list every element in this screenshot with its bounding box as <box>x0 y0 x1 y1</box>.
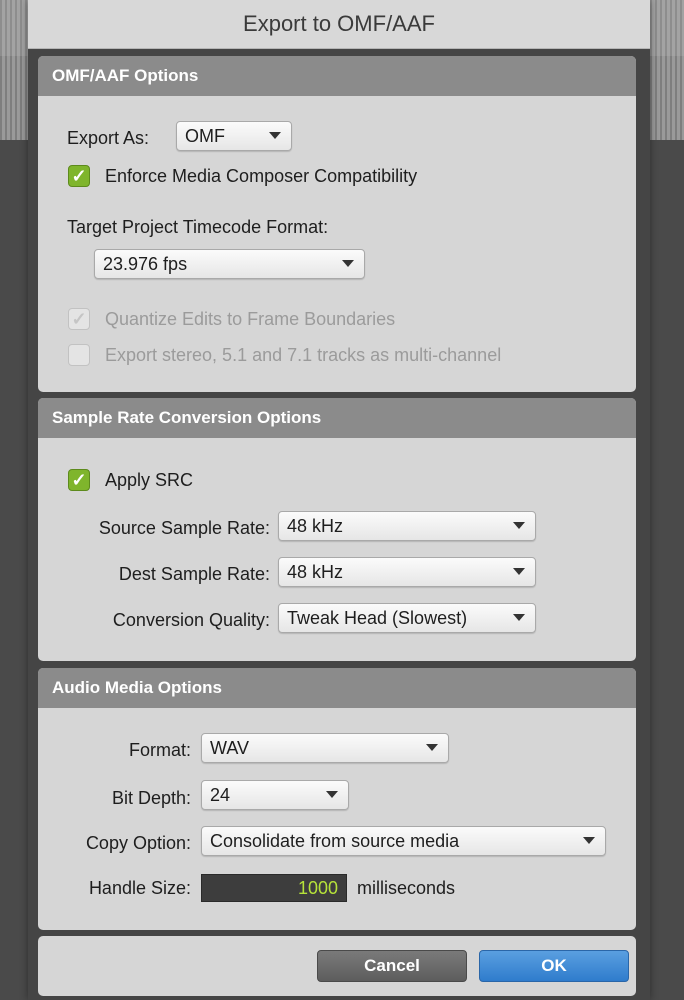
chevron-down-icon <box>269 132 281 139</box>
source-rate-value: 48 kHz <box>287 516 344 536</box>
chevron-down-icon <box>513 522 525 529</box>
audio-options-panel: Audio Media Options Format: WAV Bit Dept… <box>38 668 636 930</box>
conversion-quality-value: Tweak Head (Slowest) <box>287 608 468 628</box>
chevron-down-icon <box>513 614 525 621</box>
handle-size-input[interactable]: 1000 <box>201 874 347 902</box>
apply-src-checkbox[interactable]: ✓ <box>68 469 90 491</box>
export-dialog: Export to OMF/AAF OMF/AAF Options Export… <box>28 0 650 1000</box>
dialog-title: Export to OMF/AAF <box>28 0 650 49</box>
handle-size-unit: milliseconds <box>357 878 456 898</box>
quantize-edits-label: Quantize Edits to Frame Boundaries <box>105 309 396 329</box>
button-bar: Cancel OK <box>38 936 636 996</box>
format-select[interactable]: WAV <box>201 733 449 763</box>
copy-option-select[interactable]: Consolidate from source media <box>201 826 606 856</box>
timecode-format-label: Target Project Timecode Format: <box>67 217 329 237</box>
src-options-header: Sample Rate Conversion Options <box>38 398 636 438</box>
source-rate-select[interactable]: 48 kHz <box>278 511 536 541</box>
copy-option-label: Copy Option: <box>85 833 191 853</box>
checkmark-icon: ✓ <box>71 166 87 186</box>
checkmark-icon: ✓ <box>71 309 87 329</box>
chevron-down-icon <box>326 791 338 798</box>
conversion-quality-label: Conversion Quality: <box>112 610 270 630</box>
chevron-down-icon <box>513 568 525 575</box>
enforce-compat-checkbox[interactable]: ✓ <box>68 165 90 187</box>
omf-options-header: OMF/AAF Options <box>38 56 636 96</box>
audio-options-header: Audio Media Options <box>38 668 636 708</box>
bit-depth-select[interactable]: 24 <box>201 780 349 810</box>
timecode-format-value: 23.976 fps <box>103 254 188 274</box>
export-as-select[interactable]: OMF <box>176 121 292 151</box>
enforce-compat-label: Enforce Media Composer Compatibility <box>105 166 418 186</box>
dest-rate-label: Dest Sample Rate: <box>118 564 270 584</box>
src-options-panel: Sample Rate Conversion Options ✓ Apply S… <box>38 398 636 661</box>
checkmark-icon: ✓ <box>71 470 87 490</box>
source-rate-label: Source Sample Rate: <box>98 518 270 538</box>
format-label: Format: <box>128 740 191 760</box>
quantize-edits-checkbox: ✓ <box>68 308 90 330</box>
dest-rate-value: 48 kHz <box>287 562 344 582</box>
timecode-format-select[interactable]: 23.976 fps <box>94 249 365 279</box>
bit-depth-label: Bit Depth: <box>111 788 191 808</box>
format-value: WAV <box>210 738 249 758</box>
multichannel-checkbox <box>68 344 90 366</box>
bit-depth-value: 24 <box>210 785 231 805</box>
cancel-button[interactable]: Cancel <box>317 950 467 982</box>
copy-option-value: Consolidate from source media <box>210 831 460 851</box>
ok-button[interactable]: OK <box>479 950 629 982</box>
dest-rate-select[interactable]: 48 kHz <box>278 557 536 587</box>
chevron-down-icon <box>583 837 595 844</box>
chevron-down-icon <box>426 744 438 751</box>
multichannel-label: Export stereo, 5.1 and 7.1 tracks as mul… <box>105 345 502 365</box>
handle-size-label: Handle Size: <box>88 878 191 898</box>
apply-src-label: Apply SRC <box>105 470 194 490</box>
export-as-value: OMF <box>185 126 225 146</box>
chevron-down-icon <box>342 260 354 267</box>
omf-options-panel: OMF/AAF Options Export As: OMF ✓ Enforce… <box>38 56 636 392</box>
export-as-label: Export As: <box>67 128 150 148</box>
conversion-quality-select[interactable]: Tweak Head (Slowest) <box>278 603 536 633</box>
